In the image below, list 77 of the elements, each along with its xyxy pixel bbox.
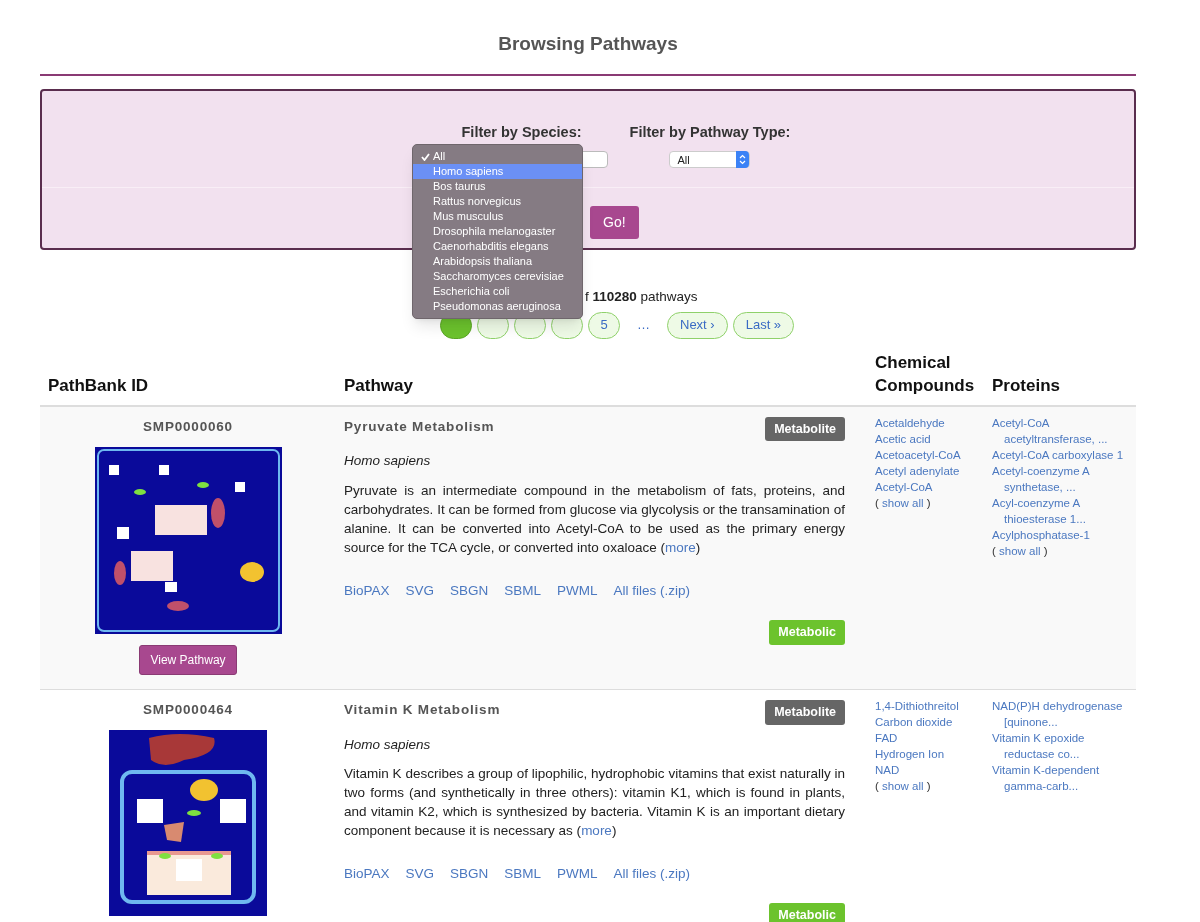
download-link[interactable]: SBGN bbox=[450, 580, 489, 601]
download-link[interactable]: BioPAX bbox=[344, 580, 390, 601]
protein-link[interactable]: Vitamin K-dependent gamma-carb... bbox=[992, 761, 1136, 794]
compound-link[interactable]: Carbon dioxide bbox=[875, 713, 988, 730]
download-link[interactable]: PWML bbox=[557, 863, 598, 884]
column-header: Pathway bbox=[344, 374, 414, 397]
protein-link[interactable]: Acylphosphatase-1 bbox=[992, 526, 1136, 543]
protein-link[interactable]: Acetyl-coenzyme A synthetase, ... bbox=[992, 462, 1136, 495]
pagination-ellipsis: … bbox=[637, 316, 650, 335]
species-option[interactable]: Mus musculus bbox=[413, 209, 582, 224]
pathway-id: SMP0000464 bbox=[143, 700, 233, 719]
compound-link[interactable]: Hydrogen Ion bbox=[875, 745, 988, 762]
pathway-description: Pyruvate is an intermediate compound in the metabolism of fats, proteins, and carbohydrates. It can be formed from glucose via glycolysis or the transamination of alanine. It can be converted into Acetyl-CoA to be used as the primary energy source for the TCA cycle, or converted into oxaloace (more) bbox=[344, 481, 845, 557]
compound-link[interactable]: Acetoacetyl-CoA bbox=[875, 446, 988, 463]
species-option[interactable]: Homo sapiens bbox=[413, 164, 582, 179]
show-all-link[interactable]: show all bbox=[882, 779, 924, 792]
compound-link[interactable]: 1,4-Dithiothreitol bbox=[875, 697, 988, 714]
species-option[interactable]: Arabidopsis thaliana bbox=[413, 254, 582, 269]
column-header: Proteins bbox=[991, 374, 1062, 397]
download-link[interactable]: SBML bbox=[504, 863, 542, 884]
compound-link[interactable]: Acetyl adenylate bbox=[875, 462, 988, 479]
compound-link[interactable]: Acetic acid bbox=[875, 430, 988, 447]
species-option[interactable]: Bos taurus bbox=[413, 179, 582, 194]
species-name: Homo sapiens bbox=[344, 452, 432, 471]
show-all-link[interactable]: show all bbox=[882, 496, 924, 509]
download-link[interactable]: PWML bbox=[557, 580, 598, 601]
download-link[interactable]: All files (.zip) bbox=[613, 863, 691, 884]
download-link[interactable]: All files (.zip) bbox=[613, 580, 691, 601]
more-link[interactable]: more bbox=[581, 822, 612, 838]
download-link[interactable]: SVG bbox=[405, 580, 435, 601]
show-all-link[interactable]: show all bbox=[999, 544, 1041, 557]
species-option[interactable]: Rattus norvegicus bbox=[413, 194, 582, 209]
show-all-line: ( show all ) bbox=[875, 495, 932, 511]
more-link[interactable]: more bbox=[664, 539, 696, 555]
species-name: Homo sapiens bbox=[344, 735, 432, 754]
column-header: Chemical Compounds bbox=[874, 351, 976, 397]
download-link[interactable]: SBGN bbox=[450, 863, 489, 884]
species-option[interactable]: All bbox=[413, 149, 582, 164]
pathway-type-label: Filter by Pathway Type: bbox=[629, 122, 791, 142]
category-label: Metabolite bbox=[765, 416, 845, 442]
view-pathway-button[interactable]: View Pathway bbox=[139, 644, 237, 675]
protein-link[interactable]: Vitamin K epoxide reductase co... bbox=[992, 729, 1136, 762]
compound-link[interactable]: Acetaldehyde bbox=[875, 414, 988, 431]
pathway-type-label: Metabolic bbox=[769, 903, 845, 922]
protein-link[interactable]: Acetyl-CoA carboxylase 1 bbox=[992, 446, 1136, 463]
protein-link[interactable]: Acyl-coenzyme A thioesterase 1... bbox=[992, 494, 1136, 527]
category-label: Metabolite bbox=[765, 699, 845, 725]
species-option[interactable]: Saccharomyces cerevisiae bbox=[413, 269, 582, 284]
species-option[interactable]: Drosophila melanogaster bbox=[413, 224, 582, 239]
show-all-line: ( show all ) bbox=[875, 778, 932, 794]
download-link[interactable]: SBML bbox=[504, 580, 542, 601]
next-page-button[interactable]: Next › bbox=[667, 311, 728, 339]
pathway-type-label: Metabolic bbox=[769, 619, 845, 645]
compound-link[interactable]: Acetyl-CoA bbox=[875, 478, 988, 495]
results-count: f 110280 pathways bbox=[585, 288, 698, 304]
show-all-line: ( show all ) bbox=[992, 543, 1049, 559]
species-filter-label: Filter by Species: bbox=[461, 122, 582, 142]
pathway-type-select[interactable]: All bbox=[669, 151, 751, 169]
protein-link[interactable]: Acetyl-CoA acetyltransferase, ... bbox=[992, 414, 1136, 447]
go-button[interactable]: Go! bbox=[590, 206, 639, 240]
download-link[interactable]: SVG bbox=[405, 863, 435, 884]
pathway-title[interactable]: Pyruvate Metabolism bbox=[344, 416, 495, 437]
last-page-button[interactable]: Last » bbox=[732, 311, 795, 339]
page-button[interactable]: 5 bbox=[588, 311, 620, 339]
species-option[interactable]: Caenorhabditis elegans bbox=[413, 239, 582, 254]
compound-link[interactable]: FAD bbox=[875, 729, 988, 746]
species-option[interactable]: Pseudomonas aeruginosa bbox=[413, 299, 582, 314]
select-arrows-icon bbox=[736, 151, 750, 169]
compound-link[interactable]: NAD bbox=[875, 761, 988, 778]
column-header: PathBank ID bbox=[47, 374, 150, 397]
pathway-title[interactable]: Vitamin K Metabolism bbox=[344, 699, 501, 720]
pathway-description: Vitamin K describes a group of lipophilic, hydrophobic vitamins that exist naturally in two forms (and synthetically in three others): vitamin K1, which is found in plants, and vitamin K2, which is synthesized by bacteria. Vitamin K is an important dietary component because it is necessary as (more) bbox=[344, 764, 845, 840]
protein-link[interactable]: NAD(P)H dehydrogenase [quinone... bbox=[992, 697, 1136, 730]
species-option[interactable]: Escherichia coli bbox=[413, 284, 582, 299]
page-title: Browsing Pathways bbox=[497, 32, 679, 56]
download-link[interactable]: BioPAX bbox=[344, 863, 390, 884]
pathway-id: SMP0000060 bbox=[143, 417, 233, 436]
